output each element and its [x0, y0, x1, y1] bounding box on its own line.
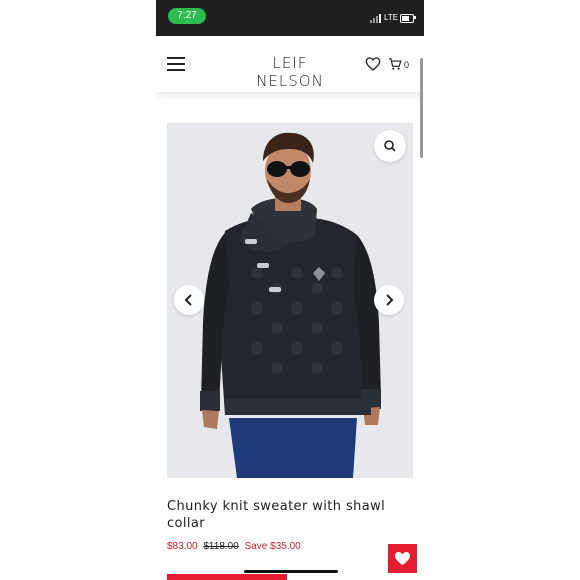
- savings-label: Save $35.00: [244, 541, 301, 552]
- previous-image-button[interactable]: [174, 285, 204, 315]
- scrollbar[interactable]: [420, 58, 423, 158]
- network-label: LTE: [384, 13, 399, 22]
- status-time: 7:27: [168, 8, 206, 24]
- battery-icon: [400, 14, 414, 23]
- original-price: $118.00: [203, 541, 239, 552]
- battery-tip: [414, 16, 416, 19]
- add-to-wishlist-button[interactable]: [388, 544, 417, 573]
- zoom-icon: [384, 140, 396, 152]
- chevron-left-icon: [184, 294, 192, 306]
- signal-icon: [370, 13, 382, 23]
- chevron-right-icon: [386, 294, 394, 306]
- home-indicator[interactable]: [244, 570, 338, 573]
- status-bar: 7:27 LTE: [156, 0, 424, 36]
- cart-icon[interactable]: [388, 57, 402, 71]
- product-image-gallery[interactable]: [167, 123, 413, 478]
- menu-icon[interactable]: [167, 57, 185, 71]
- sale-price: $83.00: [167, 541, 198, 552]
- product-title: Chunky knit sweater with shawl collar: [167, 499, 386, 531]
- site-header: LEIF NELSON 0: [156, 36, 424, 92]
- price-line: $83.00 $118.00 Save $35.00: [167, 541, 301, 552]
- phone-screen: 7:27 LTE LEIF NELSON 0 Chunky knit sweat…: [156, 0, 424, 580]
- zoom-button[interactable]: [374, 130, 406, 162]
- brand-logo[interactable]: LEIF NELSON: [240, 54, 340, 90]
- add-to-cart-bar[interactable]: [167, 574, 287, 580]
- cart-count[interactable]: 0: [404, 60, 409, 70]
- heart-filled-icon: [395, 552, 410, 565]
- heart-icon[interactable]: [365, 56, 381, 72]
- next-image-button[interactable]: [374, 285, 404, 315]
